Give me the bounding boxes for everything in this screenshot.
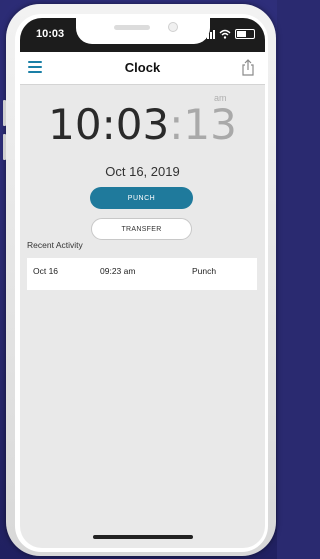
date-display: Oct 16, 2019 bbox=[105, 164, 180, 179]
time-seconds: :13 bbox=[169, 100, 237, 149]
page-title: Clock bbox=[124, 60, 161, 75]
share-icon[interactable] bbox=[241, 58, 255, 76]
status-bar: 10:03 bbox=[20, 18, 265, 52]
home-indicator[interactable] bbox=[93, 535, 193, 539]
speaker bbox=[114, 25, 150, 30]
signal-icon bbox=[204, 29, 215, 39]
wifi-icon bbox=[219, 29, 231, 39]
time-hours-minutes: 10:03 bbox=[48, 100, 170, 149]
battery-icon bbox=[235, 29, 255, 39]
activity-date: Oct 16 bbox=[33, 266, 59, 276]
notch bbox=[76, 18, 210, 44]
activity-row[interactable]: Oct 16 09:23 am Punch bbox=[27, 258, 257, 290]
volume-up-button bbox=[3, 100, 6, 126]
phone-screen: 10:03 Clock am 10:03:13 Oct 16, 2019 PUN… bbox=[20, 18, 265, 548]
activity-type: Punch bbox=[192, 266, 217, 276]
transfer-button[interactable]: TRANSFER bbox=[91, 218, 192, 240]
activity-time: 09:23 am bbox=[100, 266, 136, 276]
status-time: 10:03 bbox=[36, 28, 65, 40]
nav-bar: Clock bbox=[20, 52, 265, 85]
status-icons bbox=[204, 29, 255, 39]
time-display: 10:03:13 bbox=[20, 100, 265, 149]
camera bbox=[168, 22, 178, 32]
recent-activity-title: Recent Activity bbox=[27, 240, 83, 250]
punch-button[interactable]: PUNCH bbox=[90, 187, 193, 209]
volume-down-button bbox=[3, 134, 6, 160]
clock-area: am 10:03:13 Oct 16, 2019 PUNCH TRANSFER bbox=[20, 84, 265, 254]
